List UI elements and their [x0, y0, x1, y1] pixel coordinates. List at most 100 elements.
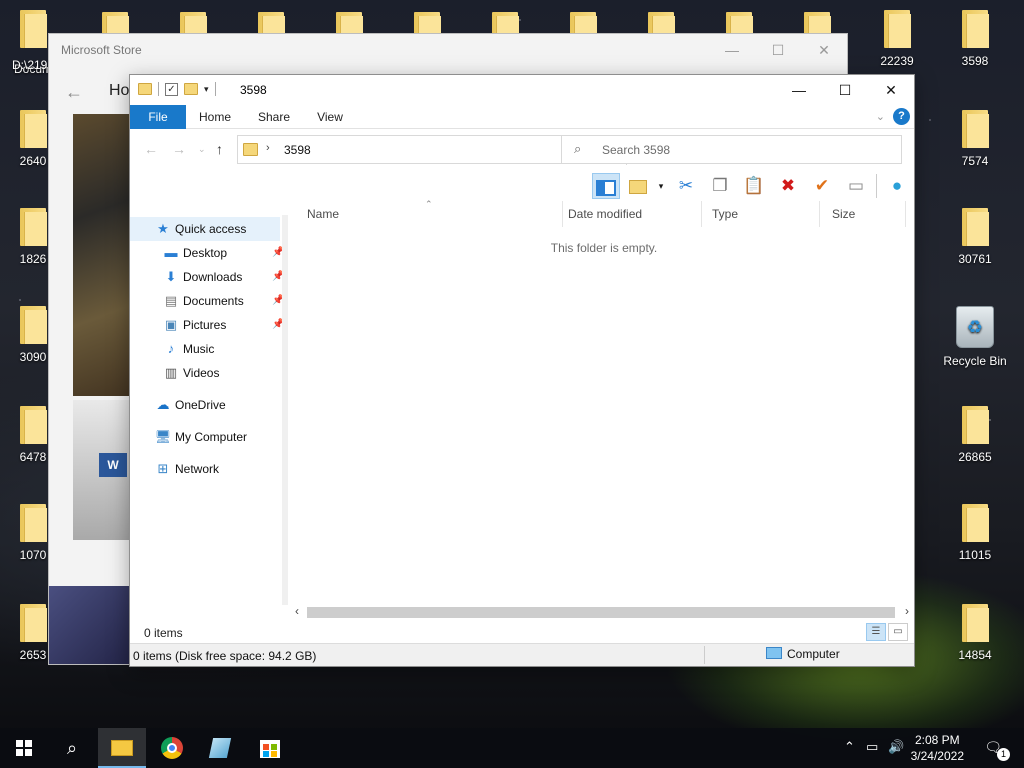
folder-icon[interactable]	[646, 12, 676, 50]
desktop-icon-recycle-bin[interactable]: ♻ Recycle Bin	[932, 306, 1018, 368]
nav-pane-scrollbar[interactable]	[282, 215, 288, 605]
desktop-icon-11015[interactable]: 11015	[940, 504, 1010, 562]
nav-my-computer[interactable]: 🖥 My Computer	[130, 425, 280, 449]
recent-locations-icon[interactable]: ⌄	[198, 144, 206, 155]
back-arrow-icon[interactable]: ←	[65, 82, 83, 103]
large-icons-view-button[interactable]: ▭	[888, 623, 908, 641]
desktop-icon-7574[interactable]: 7574	[940, 110, 1010, 168]
folder-icon[interactable]	[334, 12, 364, 50]
nav-music[interactable]: ♪ Music	[130, 337, 280, 361]
maximize-button[interactable]: ☐	[755, 34, 801, 66]
folder-icon	[18, 504, 48, 542]
scroll-left-icon[interactable]: ‹	[295, 604, 299, 618]
expand-ribbon-icon[interactable]: ⌄	[876, 110, 885, 123]
volume-icon[interactable]: 🔊	[888, 739, 904, 755]
nav-network[interactable]: ⊞ Network	[130, 457, 280, 481]
breadcrumb-3598[interactable]: 3598	[284, 143, 311, 157]
properties-icon[interactable]: ▭	[842, 173, 870, 199]
folder-icon[interactable]	[256, 12, 286, 50]
folder-icon	[960, 604, 990, 642]
desktop-icon-30761[interactable]: 30761	[940, 208, 1010, 266]
desktop-icon-14854[interactable]: 14854	[940, 604, 1010, 662]
properties-icon[interactable]: ✓	[165, 82, 178, 96]
notepad-icon	[208, 738, 232, 758]
help-icon[interactable]: ?	[893, 108, 910, 125]
chrome-taskbar-button[interactable]	[148, 728, 196, 768]
paste-icon[interactable]: 📋	[740, 173, 768, 199]
file-explorer-taskbar-button[interactable]	[98, 728, 146, 768]
folder-icon[interactable]	[802, 12, 832, 50]
nav-desktop[interactable]: ▬ Desktop 📌	[130, 241, 285, 265]
search-button[interactable]: ⌕	[48, 728, 96, 768]
horizontal-scrollbar[interactable]: ‹ ›	[295, 604, 913, 619]
dropdown-arrow-icon[interactable]: ▾	[656, 173, 666, 199]
file-list[interactable]: Name ⌃ Date modified Type Size This fold…	[295, 199, 913, 621]
delete-icon[interactable]: ✖	[774, 173, 802, 199]
close-button[interactable]: ✕	[868, 75, 914, 105]
maximize-button[interactable]: ☐	[822, 75, 868, 105]
folder-icon[interactable]	[100, 12, 130, 50]
ribbon-right: ⌄ ?	[876, 108, 910, 125]
folder-icon	[18, 306, 48, 344]
folder-icon[interactable]	[412, 12, 442, 50]
folder-icon	[18, 208, 48, 246]
search-icon: ⌕	[574, 141, 582, 156]
column-header-type[interactable]: Type	[700, 201, 820, 227]
minimize-button[interactable]: —	[776, 75, 822, 105]
back-arrow-icon[interactable]: ←	[144, 141, 158, 157]
column-header-size[interactable]: Size	[820, 201, 906, 227]
network-icon[interactable]: ▭	[866, 739, 878, 755]
folder-icon[interactable]	[490, 12, 520, 50]
nav-label: Documents	[183, 294, 244, 308]
new-folder-icon[interactable]	[184, 83, 198, 95]
customize-toolbar-icon[interactable]: ▾	[204, 84, 209, 95]
folder-icon[interactable]	[568, 12, 598, 50]
desktop-icon-22239[interactable]: 22239	[862, 10, 932, 68]
nav-videos[interactable]: ▥ Videos	[130, 361, 280, 385]
start-button[interactable]	[0, 728, 48, 768]
file-explorer-window[interactable]: ✓ ▾ 3598 — ☐ ✕ File Home Share View ⌄ ? …	[129, 74, 915, 667]
nav-documents[interactable]: ▤ Documents 📌	[130, 289, 285, 313]
desktop-icon-3598[interactable]: 3598	[940, 10, 1010, 68]
clock[interactable]: 2:08 PM 3/24/2022	[911, 732, 964, 764]
nav-pictures[interactable]: ▣ Pictures 📌	[130, 313, 285, 337]
forward-arrow-icon[interactable]: →	[172, 141, 186, 157]
up-arrow-icon[interactable]: ↑	[216, 141, 223, 157]
copy-icon[interactable]: ❐	[706, 173, 734, 199]
preview-pane-button[interactable]	[592, 173, 620, 199]
desktop-icon-label: 22239	[880, 54, 914, 68]
new-folder-button[interactable]	[626, 173, 650, 199]
details-view-button[interactable]: ☰	[866, 623, 886, 641]
close-button[interactable]: ✕	[801, 34, 847, 66]
document-icon: ▤	[164, 293, 178, 308]
column-header-date-modified[interactable]: Date modified	[556, 201, 702, 227]
desktop-icon-26865[interactable]: 26865	[940, 406, 1010, 464]
store-hero-image[interactable]	[73, 114, 133, 396]
nav-quick-access[interactable]: ★ Quick access	[130, 217, 280, 241]
nav-onedrive[interactable]: ☁ OneDrive	[130, 393, 280, 417]
folder-icon	[111, 740, 133, 756]
scroll-right-icon[interactable]: ›	[905, 604, 909, 618]
scrollbar-thumb[interactable]	[307, 607, 895, 618]
breadcrumb-separator[interactable]: ›	[266, 142, 270, 154]
tab-share[interactable]: Share	[250, 105, 298, 129]
tab-view[interactable]: View	[308, 105, 352, 129]
globe-icon[interactable]: ●	[883, 173, 911, 199]
nav-downloads[interactable]: ⬇ Downloads 📌	[130, 265, 285, 289]
cut-icon[interactable]: ✂	[672, 173, 700, 199]
tab-file[interactable]: File	[130, 105, 186, 129]
folder-icon	[18, 406, 48, 444]
app-taskbar-button[interactable]	[196, 728, 244, 768]
chevron-up-icon[interactable]: ⌃	[844, 739, 855, 755]
folder-icon[interactable]	[178, 12, 208, 50]
tab-home[interactable]: Home	[192, 105, 238, 129]
desktop-icon-label: 3598	[961, 54, 989, 68]
minimize-button[interactable]: —	[709, 34, 755, 66]
desktop-icon-label: 7574	[961, 154, 989, 168]
sort-arrow-icon: ⌃	[425, 199, 433, 209]
rename-check-icon[interactable]: ✔	[808, 173, 836, 199]
folder-icon[interactable]	[724, 12, 754, 50]
recycle-bin-icon: ♻	[956, 306, 994, 348]
store-taskbar-button[interactable]	[246, 728, 294, 768]
search-input[interactable]: ⌕ Search 3598	[561, 135, 902, 164]
